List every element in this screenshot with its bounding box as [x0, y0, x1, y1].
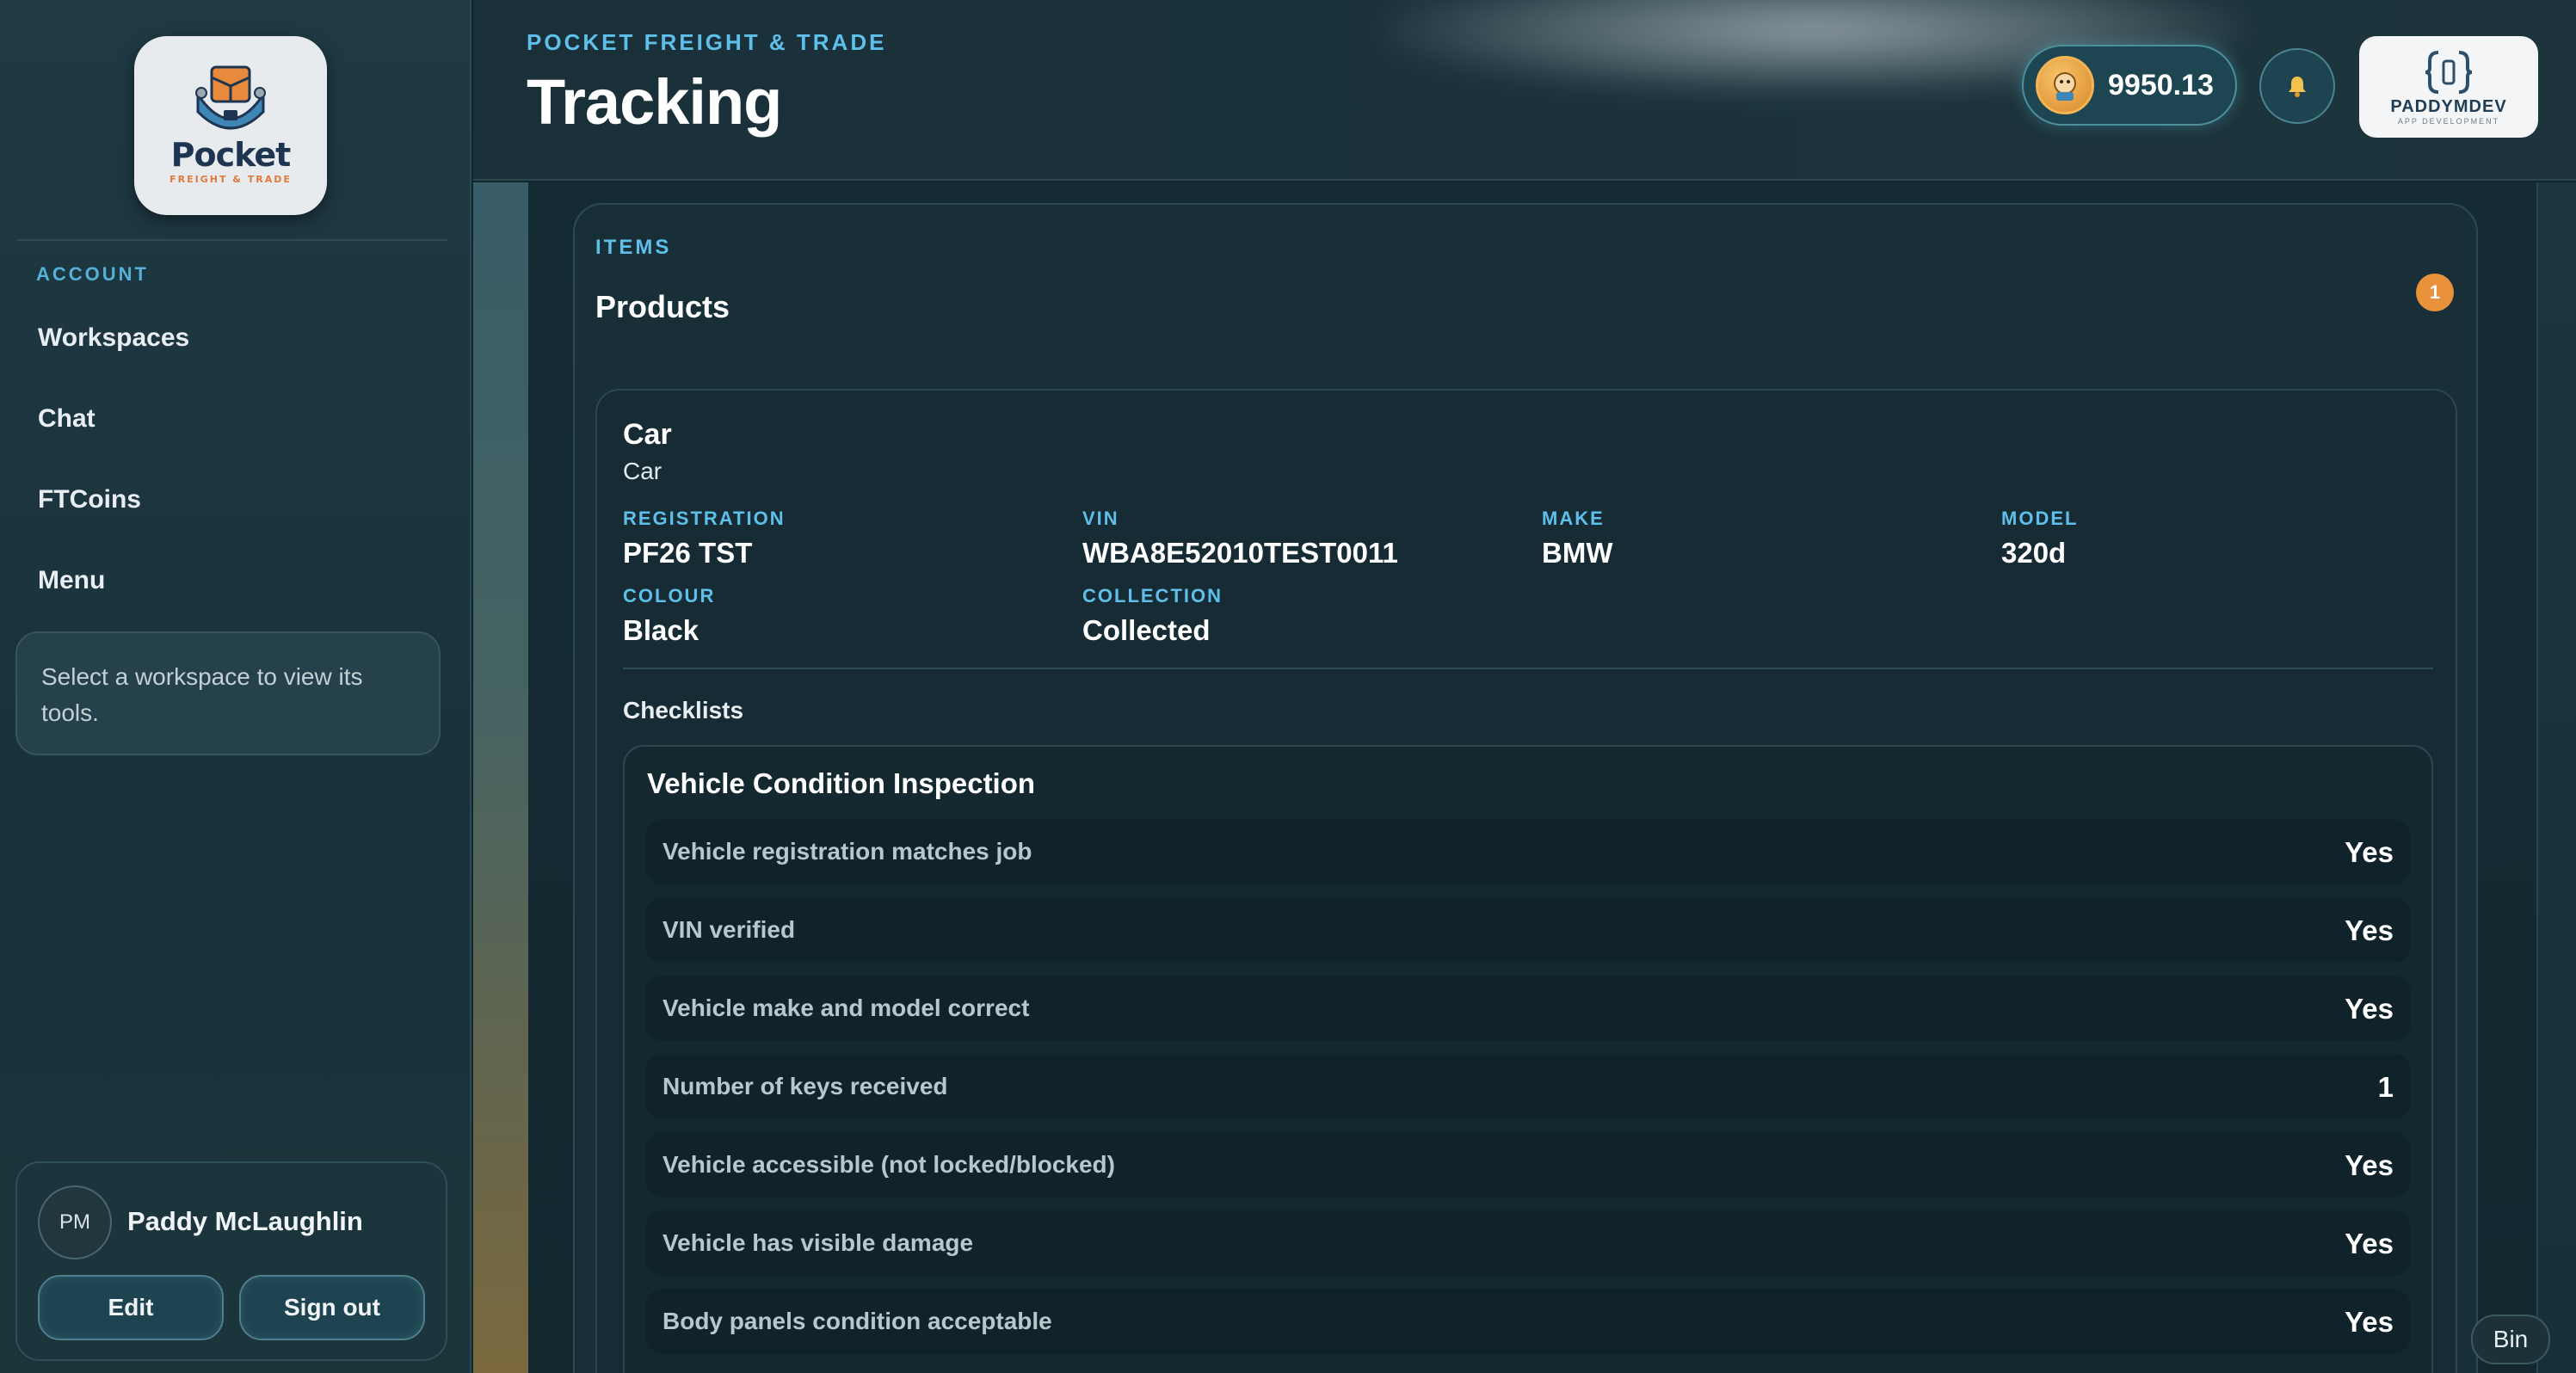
- checklist-question: Body panels condition acceptable: [662, 1308, 1052, 1334]
- field-label: VIN: [1082, 508, 1119, 529]
- nav-workspaces[interactable]: Workspaces: [38, 323, 189, 353]
- field-value: BMW: [1542, 537, 1613, 569]
- field-collection: COLLECTION Collected: [1082, 585, 1223, 647]
- pocket-logo[interactable]: Pocket FREIGHT & TRADE: [134, 36, 327, 215]
- field-model: MODEL 320d: [2001, 508, 2078, 570]
- sidebar: Pocket FREIGHT & TRADE ACCOUNT Workspace…: [0, 0, 471, 1373]
- sign-out-button[interactable]: Sign out: [239, 1275, 425, 1340]
- checklist-answer: Yes: [2345, 836, 2394, 868]
- checklist-title: Vehicle Condition Inspection: [647, 767, 1036, 799]
- workspace-hint: Select a workspace to view its tools.: [15, 631, 441, 755]
- checklist-question: Number of keys received: [662, 1073, 948, 1099]
- field-make: MAKE BMW: [1542, 508, 1612, 570]
- developer-tagline: APP DEVELOPMENT: [2397, 116, 2500, 126]
- product-count-badge: 1: [2416, 274, 2454, 311]
- logo-tagline: FREIGHT & TRADE: [169, 174, 292, 185]
- edit-button[interactable]: Edit: [38, 1275, 224, 1340]
- products-title: Products: [595, 289, 730, 324]
- field-label: COLOUR: [623, 585, 716, 606]
- sidebar-divider: [17, 239, 447, 241]
- code-braces-icon: [2425, 50, 2473, 94]
- field-value: 320d: [2001, 537, 2067, 569]
- field-label: REGISTRATION: [623, 508, 786, 529]
- field-label: MODEL: [2001, 508, 2079, 529]
- coin-value: 9950.13: [2108, 68, 2214, 102]
- page-title: Tracking: [527, 66, 782, 138]
- field-label: MAKE: [1542, 508, 1605, 529]
- field-value: WBA8E52010TEST0011: [1082, 537, 1398, 569]
- checklist-row: Body panels condition acceptable Yes: [645, 1289, 2411, 1354]
- field-value: Black: [623, 614, 699, 646]
- bell-icon: [2289, 77, 2306, 97]
- items-panel: ITEMS Products 1 Car Car REGISTRATION PF…: [573, 203, 2478, 1373]
- vehicle-inspection-checklist: Vehicle Condition Inspection Vehicle reg…: [623, 745, 2433, 1373]
- card-divider: [623, 668, 2433, 669]
- field-registration: REGISTRATION PF26 TST: [623, 508, 786, 570]
- checklist-row: Number of keys received 1: [645, 1054, 2411, 1119]
- field-label: COLLECTION: [1082, 585, 1223, 606]
- items-eyebrow: ITEMS: [595, 236, 672, 259]
- mascot-box-icon: [195, 65, 266, 130]
- checklist-answer: Yes: [2345, 1228, 2394, 1259]
- checklist-question: VIN verified: [662, 916, 796, 943]
- checklist-question: Vehicle make and model correct: [662, 994, 1030, 1021]
- user-name: Paddy McLaughlin: [127, 1206, 363, 1236]
- bin-button[interactable]: Bin: [2471, 1315, 2550, 1364]
- checklist-question: Vehicle registration matches job: [662, 838, 1032, 865]
- nav-chat[interactable]: Chat: [38, 404, 96, 434]
- checklist-question: Vehicle accessible (not locked/blocked): [662, 1151, 1115, 1178]
- nav-ftcoins[interactable]: FTCoins: [38, 485, 141, 514]
- field-vin: VIN WBA8E52010TEST0011: [1082, 508, 1398, 570]
- logo-wordmark: Pocket: [170, 136, 292, 174]
- main-content: ITEMS Products 1 Car Car REGISTRATION PF…: [473, 182, 2576, 1373]
- checklist-answer: Yes: [2345, 1149, 2394, 1181]
- checklist-row: Vehicle make and model correct Yes: [645, 976, 2411, 1041]
- developer-name: PADDYMDEV: [2390, 96, 2507, 116]
- ftcoin-balance[interactable]: 9950.13: [2022, 45, 2237, 126]
- checklists-heading: Checklists: [623, 697, 744, 723]
- notifications-button[interactable]: [2259, 48, 2335, 124]
- developer-logo[interactable]: PADDYMDEV APP DEVELOPMENT: [2359, 36, 2538, 138]
- left-accent-strip: [473, 182, 528, 1373]
- account-section-label: ACCOUNT: [36, 263, 149, 285]
- coin-mascot-icon: [2036, 56, 2094, 114]
- checklist-answer: Yes: [2345, 1306, 2394, 1338]
- checklist-row: VIN verified Yes: [645, 897, 2411, 963]
- product-type: Car: [623, 458, 662, 484]
- checklist-row: Vehicle has visible damage Yes: [645, 1210, 2411, 1276]
- product-name: Car: [623, 418, 672, 451]
- page-header: POCKET FREIGHT & TRADE Tracking 9950.13 …: [473, 0, 2576, 181]
- checklist-question: Vehicle has visible damage: [662, 1229, 974, 1256]
- app-eyebrow: POCKET FREIGHT & TRADE: [527, 29, 887, 55]
- field-value: PF26 TST: [623, 537, 753, 569]
- checklist-answer: Yes: [2345, 993, 2394, 1025]
- nav-menu[interactable]: Menu: [38, 566, 105, 595]
- checklist-row: Vehicle accessible (not locked/blocked) …: [645, 1132, 2411, 1198]
- avatar[interactable]: PM: [38, 1185, 112, 1259]
- product-card[interactable]: Car Car REGISTRATION PF26 TST VIN WBA8E5…: [595, 389, 2457, 1373]
- user-card: PM Paddy McLaughlin Edit Sign out: [15, 1161, 447, 1361]
- checklist-answer: 1: [2377, 1071, 2394, 1103]
- checklist-row: Vehicle registration matches job Yes: [645, 819, 2411, 884]
- checklist-answer: Yes: [2345, 914, 2394, 946]
- scrollbar-track[interactable]: [2536, 182, 2576, 1373]
- field-value: Collected: [1082, 614, 1211, 646]
- field-colour: COLOUR Black: [623, 585, 715, 647]
